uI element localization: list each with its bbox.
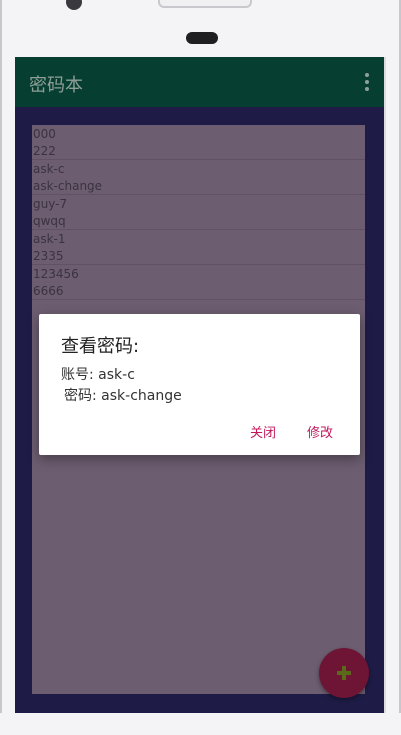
list-item[interactable]: 000 222	[32, 125, 365, 160]
list-item[interactable]: ask-c ask-change	[32, 160, 365, 195]
view-password-dialog: 查看密码: 账号: ask-c 密码: ask-change 关闭 修改	[39, 314, 360, 455]
list-item[interactable]: guy-7 qwqq	[32, 195, 365, 230]
entry-password: qwqq	[33, 214, 66, 228]
phone-frame-left	[0, 57, 15, 715]
account-label: 账号:	[61, 367, 94, 383]
entry-password: 222	[33, 144, 56, 158]
phone-top-slot	[158, 0, 252, 8]
list-item[interactable]: ask-1 2335	[32, 230, 365, 265]
entry-account: 000	[33, 127, 56, 141]
more-vert-icon[interactable]	[364, 73, 370, 91]
phone-frame-right	[386, 57, 401, 715]
account-value: ask-c	[98, 367, 135, 383]
app-title: 密码本	[29, 75, 83, 96]
plus-icon	[337, 666, 351, 680]
phone-frame-bottom	[0, 713, 401, 735]
dialog-password-line: 密码: ask-change	[64, 385, 182, 405]
dialog-account-line: 账号: ask-c	[61, 364, 135, 384]
password-label: 密码:	[64, 388, 97, 404]
entry-password: ask-change	[33, 179, 103, 193]
entry-account: ask-c	[33, 162, 65, 176]
entry-account: ask-1	[33, 232, 66, 246]
app-bar: 密码本	[15, 57, 384, 107]
entry-password: 2335	[33, 249, 64, 263]
edit-button[interactable]: 修改	[307, 422, 333, 441]
close-button[interactable]: 关闭	[250, 422, 276, 441]
entry-account: 123456	[33, 267, 79, 281]
entry-password: 6666	[33, 284, 64, 298]
entry-account: guy-7	[33, 197, 68, 211]
add-entry-button[interactable]	[319, 648, 369, 698]
phone-frame-top	[0, 0, 401, 57]
camera-icon	[66, 0, 82, 10]
speaker-icon	[186, 32, 218, 44]
dialog-title: 查看密码:	[61, 336, 140, 357]
list-item[interactable]: 123456 6666	[32, 265, 365, 300]
password-value: ask-change	[101, 388, 182, 404]
